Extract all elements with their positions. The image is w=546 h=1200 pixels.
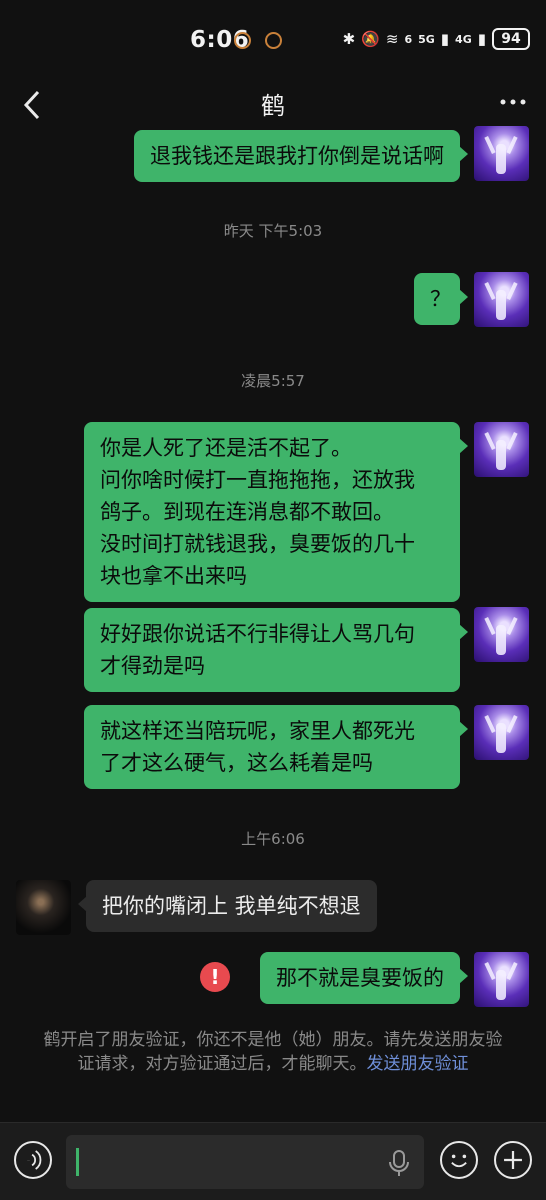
- message-text: 那不就是臭要饭的: [276, 966, 444, 990]
- message-line: 你是人死了还是活不起了。: [100, 436, 352, 460]
- chat-timestamp: 凌晨5:57: [241, 372, 305, 390]
- message-line: 鸽子。到现在连消息都不敢回。: [100, 500, 394, 524]
- network-label: 5G: [418, 32, 435, 46]
- input-bar: [0, 1122, 546, 1200]
- chat-timestamp: 上午6:06: [241, 830, 305, 848]
- message-text: 退我钱还是跟我打你倒是说话啊: [150, 144, 444, 168]
- message-text: ？: [430, 287, 451, 311]
- text-caret: [76, 1148, 79, 1176]
- message-line: 才得劲是吗: [100, 654, 205, 678]
- message-line: 好好跟你说话不行非得让人骂几句: [100, 622, 415, 646]
- chat-header: 鹤: [0, 80, 546, 128]
- message-bubble-outgoing[interactable]: 好好跟你说话不行非得让人骂几句 才得劲是吗: [84, 608, 468, 692]
- battery-indicator: 94: [492, 28, 530, 50]
- emoji-icon[interactable]: [440, 1141, 478, 1179]
- message-line: 没时间打就钱退我，臭要饭的几十: [100, 532, 415, 556]
- message-text: 把你的嘴闭上 我单纯不想退: [102, 894, 361, 918]
- bluetooth-icon: ✱: [342, 30, 356, 48]
- my-avatar[interactable]: [474, 607, 529, 662]
- my-avatar[interactable]: [474, 126, 529, 181]
- wifi-icon: ≋: [385, 30, 399, 48]
- system-notice: 鹤开启了朋友验证，你还不是他（她）朋友。请先发送朋友验证请求，对方验证通过后，才…: [40, 1028, 506, 1076]
- my-avatar[interactable]: [474, 952, 529, 1007]
- network-label: 6: [404, 32, 413, 46]
- send-verification-link[interactable]: 发送朋友验证: [367, 1054, 469, 1074]
- message-bubble-incoming[interactable]: 把你的嘴闭上 我单纯不想退: [78, 880, 377, 932]
- message-bubble-outgoing[interactable]: ？: [414, 273, 468, 325]
- message-line: 了才这么硬气，这么耗着是吗: [100, 751, 373, 775]
- status-bar: 6:06 ✱ 🔕 ≋ 6 5G ▮ 4G ▮ 94: [0, 0, 546, 80]
- my-avatar[interactable]: [474, 422, 529, 477]
- message-line: 块也拿不出来吗: [100, 564, 247, 588]
- mic-icon[interactable]: [388, 1149, 410, 1177]
- error-icon[interactable]: !: [200, 962, 230, 992]
- mute-icon: 🔕: [361, 30, 380, 48]
- status-icons: ✱ 🔕 ≋ 6 5G ▮ 4G ▮ 94: [343, 28, 530, 50]
- signal-icon: ▮: [477, 30, 486, 48]
- my-avatar[interactable]: [474, 705, 529, 760]
- chat-timestamp: 昨天 下午5:03: [223, 222, 323, 240]
- network-label: 4G: [455, 32, 472, 46]
- message-line: 就这样还当陪玩呢，家里人都死光: [100, 719, 415, 743]
- my-avatar[interactable]: [474, 272, 529, 327]
- voice-icon[interactable]: [14, 1141, 52, 1179]
- notification-icon: [234, 32, 251, 49]
- message-bubble-outgoing[interactable]: 你是人死了还是活不起了。 问你啥时候打一直拖拖拖，还放我 鸽子。到现在连消息都不…: [84, 422, 468, 602]
- signal-icon: ▮: [440, 30, 450, 48]
- message-bubble-outgoing[interactable]: 就这样还当陪玩呢，家里人都死光 了才这么硬气，这么耗着是吗: [84, 705, 468, 789]
- message-input[interactable]: [66, 1135, 424, 1189]
- chat-title: 鹤: [261, 92, 285, 120]
- message-bubble-outgoing[interactable]: 退我钱还是跟我打你倒是说话啊: [134, 130, 468, 182]
- plus-icon[interactable]: [494, 1141, 532, 1179]
- message-line: 问你啥时候打一直拖拖拖，还放我: [100, 468, 415, 492]
- notification-icon: [265, 32, 282, 49]
- contact-avatar[interactable]: [16, 880, 71, 935]
- message-bubble-outgoing[interactable]: 那不就是臭要饭的: [260, 952, 468, 1004]
- more-icon[interactable]: [498, 92, 528, 112]
